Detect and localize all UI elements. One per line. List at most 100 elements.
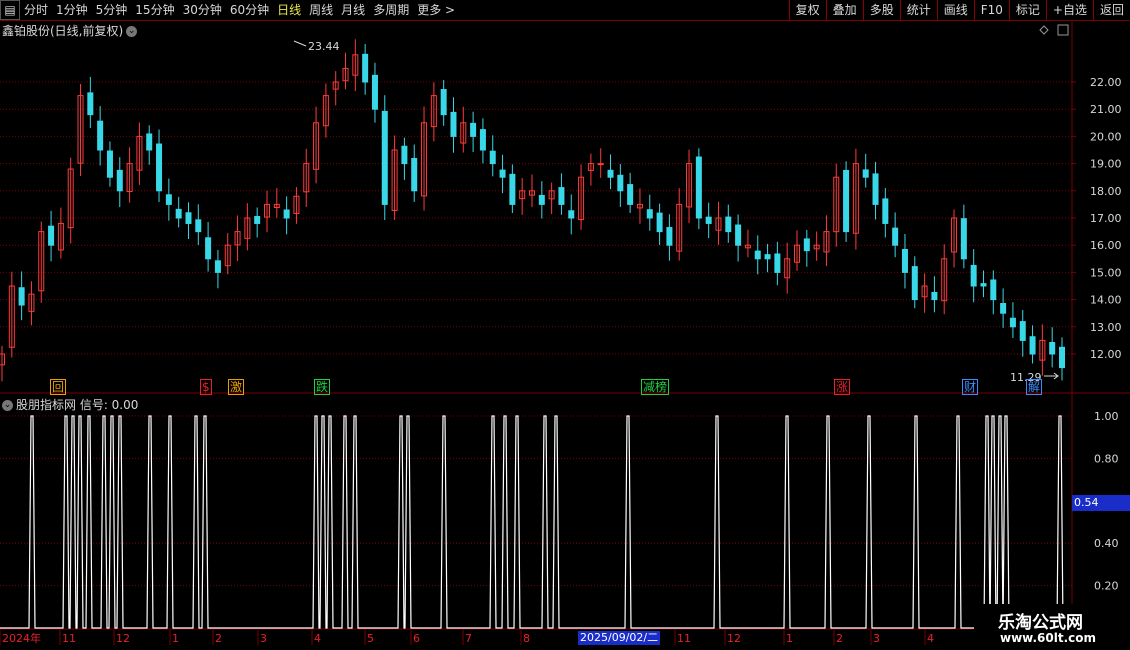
x-axis-label: 2 xyxy=(836,632,843,645)
candle-body xyxy=(911,266,918,301)
x-axis-label: 4 xyxy=(927,632,934,645)
x-axis-label: 11 xyxy=(62,632,76,645)
x-axis-label: 1 xyxy=(786,632,793,645)
watermark-url: www.60lt.com xyxy=(1000,631,1097,645)
candle-body xyxy=(381,110,388,205)
price-axis-label: 18.00 xyxy=(1090,185,1122,198)
indicator-axis-label: 0.20 xyxy=(1094,580,1119,593)
candle-body xyxy=(607,169,614,178)
candle-body xyxy=(479,129,486,151)
candle-body xyxy=(116,169,123,192)
candle-body xyxy=(1059,346,1065,369)
indicator-current-value: 0.54 xyxy=(1072,495,1130,511)
candle-body xyxy=(872,173,879,205)
x-axis-label: 6 xyxy=(413,632,420,645)
watermark-title: 乐淘公式网 xyxy=(998,613,1083,633)
candle-body xyxy=(1049,341,1056,355)
candle-body xyxy=(764,254,771,260)
diamond-icon xyxy=(1039,25,1049,35)
high-price-arrow xyxy=(293,40,307,47)
candle-body xyxy=(1029,336,1036,355)
candle-body xyxy=(499,169,506,178)
candle-body xyxy=(725,216,732,233)
candle-body xyxy=(97,120,104,151)
candle-body xyxy=(411,157,418,192)
price-axis-label: 14.00 xyxy=(1090,294,1122,307)
event-tag-6[interactable]: 财 xyxy=(962,379,979,395)
indicator-axis-label: 0.40 xyxy=(1094,537,1119,550)
indicator-axis-label: 0.80 xyxy=(1094,452,1119,465)
dropdown-icon[interactable]: ⌄ xyxy=(2,400,13,411)
candle-body xyxy=(470,122,477,137)
event-tag-2[interactable]: 激 xyxy=(228,379,245,395)
candle-body xyxy=(195,219,202,233)
indicator-title-text: 股朋指标网 信号: 0.00 xyxy=(16,398,139,412)
candle-body xyxy=(538,194,545,205)
high-price-label: 23.44 xyxy=(308,40,340,53)
candle-body xyxy=(156,143,163,192)
candle-body xyxy=(87,92,94,116)
event-tag-7[interactable]: 解 xyxy=(1026,379,1043,395)
x-axis-label: 3 xyxy=(260,632,267,645)
x-axis-label: 3 xyxy=(873,632,880,645)
candle-body xyxy=(882,198,889,224)
candle-body xyxy=(862,169,869,178)
x-axis-label: 12 xyxy=(727,632,741,645)
dropdown-icon[interactable]: ⌄ xyxy=(126,26,138,37)
candle-body xyxy=(18,287,25,306)
indicator-title: ⌄ 股朋指标网 信号: 0.00 xyxy=(2,396,138,413)
candle-body xyxy=(960,218,967,260)
x-axis-label: 1 xyxy=(172,632,179,645)
chart-canvas[interactable]: 22.0021.0020.0019.0018.0017.0016.0015.00… xyxy=(0,0,1130,650)
candle-body xyxy=(175,208,182,219)
price-axis-label: 17.00 xyxy=(1090,212,1122,225)
price-axis-label: 16.00 xyxy=(1090,239,1122,252)
candle-body xyxy=(843,169,850,233)
candle-body xyxy=(185,212,192,224)
candle-body xyxy=(656,212,663,233)
candle-body xyxy=(617,174,624,192)
x-axis-label: 2 xyxy=(215,632,222,645)
candle-body xyxy=(597,163,604,166)
panel-toggle-icon xyxy=(1057,24,1069,36)
candle-body xyxy=(106,150,113,178)
candle-body xyxy=(980,283,987,287)
low-price-arrow xyxy=(1044,372,1059,380)
price-axis-label: 13.00 xyxy=(1090,321,1122,334)
price-axis-label: 19.00 xyxy=(1090,158,1122,171)
candle-body xyxy=(489,150,496,165)
candle-body xyxy=(1000,303,1007,314)
candle-body xyxy=(901,248,908,273)
candle-body xyxy=(705,216,712,224)
event-tag-3[interactable]: 跌 xyxy=(314,379,331,395)
x-axis-label: 2024年 xyxy=(2,631,41,645)
event-tag-5[interactable]: 涨 xyxy=(834,379,851,395)
candle-body xyxy=(892,227,899,246)
candle-body xyxy=(990,279,997,301)
event-tag-1[interactable]: $ xyxy=(200,379,212,395)
candle-body xyxy=(754,250,761,260)
candle-body xyxy=(165,194,172,205)
x-axis-label: 7 xyxy=(465,632,472,645)
candle-body xyxy=(666,227,673,246)
candle-body xyxy=(695,156,702,219)
candle-body xyxy=(509,173,516,205)
candle-body xyxy=(627,184,634,205)
event-tag-4[interactable]: 减榜 xyxy=(641,379,670,395)
candle-body xyxy=(735,224,742,246)
x-axis-label: 8 xyxy=(523,632,530,645)
price-axis-label: 12.00 xyxy=(1090,348,1122,361)
candle-body xyxy=(931,292,938,301)
candle-body xyxy=(254,216,261,224)
candle-body xyxy=(646,209,653,219)
indicator-axis-label: 1.00 xyxy=(1094,410,1119,423)
signal-line xyxy=(0,415,1072,629)
candle-body xyxy=(1009,317,1016,328)
event-tag-0[interactable]: 回 xyxy=(50,379,67,395)
candle-body xyxy=(1019,321,1026,341)
candle-body xyxy=(146,133,153,151)
stock-title: 鑫铂股份(日线,前复权) xyxy=(2,24,124,38)
candle-body xyxy=(362,53,369,83)
candle-body xyxy=(48,225,55,246)
candle-body xyxy=(970,264,977,287)
